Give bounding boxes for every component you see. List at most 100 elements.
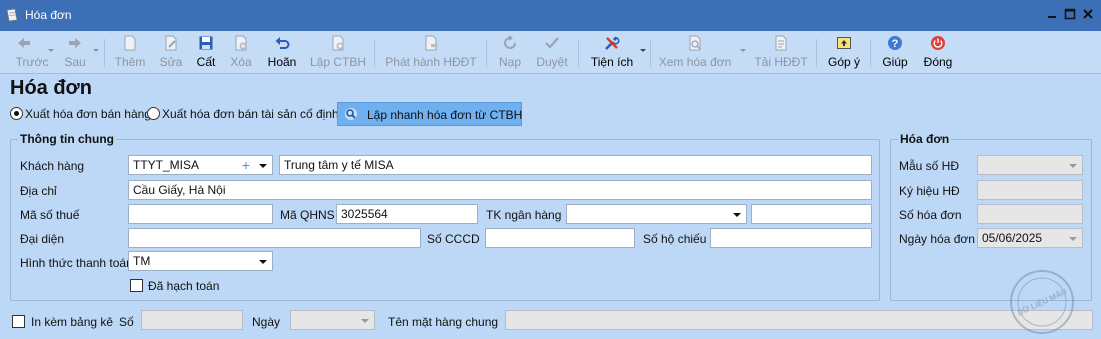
utilities-dropdown-icon[interactable]: [640, 49, 646, 52]
next-dropdown-icon[interactable]: [93, 49, 99, 52]
delete-button[interactable]: Xóa: [226, 33, 256, 73]
feedback-button[interactable]: Góp ý: [824, 33, 864, 73]
next-button[interactable]: Sau: [58, 33, 92, 73]
svg-text:DỮ LIỆU MẪU: DỮ LIỆU MẪU: [1016, 287, 1068, 318]
radio-sales-invoice[interactable]: Xuất hóa đơn bán hàng: [10, 106, 151, 122]
new-document-icon: [124, 35, 136, 51]
help-button[interactable]: ? Giúp: [878, 33, 912, 73]
chevron-down-icon[interactable]: [259, 164, 267, 168]
issue-einvoice-button[interactable]: Phát hành HĐĐT: [383, 33, 479, 73]
svg-text:?: ?: [892, 38, 899, 50]
delete-label: Xóa: [230, 55, 252, 69]
undo-button[interactable]: Hoãn: [264, 33, 300, 73]
prev-label: Trước: [15, 55, 49, 69]
toolbar-separator: [578, 39, 579, 67]
approve-button[interactable]: Duyệt: [532, 33, 572, 73]
invoice-series-label: Ký hiệu HĐ: [899, 184, 960, 198]
tax-code-field[interactable]: [128, 204, 273, 224]
arrow-left-icon: [18, 38, 30, 48]
customer-code-combobox[interactable]: TTYT_MISA +: [128, 155, 273, 175]
id-card-field[interactable]: [485, 228, 635, 248]
attach-list-label: In kèm bảng kê: [31, 315, 114, 329]
approve-label: Duyệt: [536, 55, 568, 69]
arrow-right-icon: [69, 38, 81, 48]
tax-code-label: Mã số thuế: [20, 208, 80, 222]
utilities-button[interactable]: Tiện ích: [586, 33, 638, 73]
chevron-down-icon[interactable]: [1069, 237, 1077, 241]
create-ctbh-button[interactable]: Lập CTBH: [308, 33, 368, 73]
chevron-down-icon[interactable]: [361, 319, 369, 323]
toolbar-separator: [486, 39, 487, 67]
attach-list-checkbox[interactable]: [12, 315, 25, 328]
toolbar-separator: [816, 39, 817, 67]
window-title: Hóa đơn: [25, 8, 72, 22]
download-einvoice-label: Tải HĐĐT: [754, 55, 808, 69]
customer-name-field[interactable]: Trung tâm y tế MISA: [279, 155, 872, 175]
checkmark-icon: [545, 37, 559, 49]
quick-create-button[interactable]: Lập nhanh hóa đơn từ CTBH: [337, 102, 522, 126]
issue-einvoice-label: Phát hành HĐĐT: [385, 55, 477, 69]
view-invoice-dropdown-icon[interactable]: [740, 49, 746, 52]
invoice-date-picker[interactable]: 05/06/2025: [977, 228, 1083, 248]
quick-create-label: Lập nhanh hóa đơn từ CTBH: [367, 108, 523, 122]
minimize-icon[interactable]: [1044, 6, 1060, 22]
bank-account-label: TK ngân hàng: [486, 208, 562, 222]
invoice-template-combobox[interactable]: [977, 155, 1083, 175]
posted-label: Đã hạch toán: [148, 279, 220, 293]
address-value: Cầu Giấy, Hà Nội: [133, 183, 226, 197]
qhns-field[interactable]: 3025564: [336, 204, 478, 224]
chevron-down-icon[interactable]: [1069, 164, 1077, 168]
maximize-icon[interactable]: [1062, 6, 1078, 22]
common-item-field[interactable]: [505, 310, 1093, 330]
invoice-number-field[interactable]: [977, 204, 1083, 224]
attach-no-label: Số: [119, 315, 134, 329]
customer-label: Khách hàng: [20, 159, 85, 173]
download-einvoice-button[interactable]: Tải HĐĐT: [752, 33, 810, 73]
invoice-date-value: 05/06/2025: [982, 231, 1043, 245]
toolbar-separator: [870, 39, 871, 67]
radio-dot[interactable]: [147, 107, 160, 120]
tools-icon: [605, 36, 620, 50]
payment-method-combobox[interactable]: TM: [128, 251, 273, 271]
representative-field[interactable]: [128, 228, 421, 248]
toolbar: Trước Sau Thêm Sửa Cất Xóa Hoãn Lập CTBH…: [0, 31, 1101, 74]
address-label: Địa chỉ: [20, 184, 57, 198]
attach-date-label: Ngày: [252, 315, 281, 329]
view-invoice-button[interactable]: Xem hóa đơn: [657, 33, 733, 73]
app-icon: [6, 8, 18, 22]
close-button[interactable]: Đóng: [920, 33, 956, 73]
payment-method-value: TM: [133, 254, 151, 268]
add-icon[interactable]: +: [242, 156, 250, 174]
bank-account-combobox[interactable]: [566, 204, 747, 224]
radio-dot[interactable]: [10, 107, 23, 120]
add-button[interactable]: Thêm: [112, 33, 148, 73]
chevron-down-icon[interactable]: [259, 260, 267, 264]
save-label: Cất: [196, 55, 216, 69]
create-ctbh-label: Lập CTBH: [309, 55, 367, 69]
invoice-series-field[interactable]: [977, 180, 1083, 200]
general-info-legend: Thông tin chung: [18, 132, 116, 146]
posted-checkbox[interactable]: [130, 279, 143, 292]
invoice-number-label: Số hóa đơn: [899, 208, 962, 222]
close-window-icon[interactable]: [1080, 6, 1096, 22]
undo-icon: [275, 37, 290, 49]
attach-no-field[interactable]: [141, 310, 243, 330]
edit-label: Sửa: [159, 55, 183, 69]
issue-document-icon: [425, 35, 438, 51]
passport-label: Số hộ chiếu: [643, 232, 707, 246]
prev-button[interactable]: Trước: [8, 33, 56, 73]
passport-field[interactable]: [710, 228, 872, 248]
close-label: Đóng: [923, 55, 953, 69]
load-button[interactable]: Nạp: [494, 33, 526, 73]
page-title: Hóa đơn: [10, 77, 92, 99]
edit-button[interactable]: Sửa: [156, 33, 186, 73]
address-field[interactable]: Cầu Giấy, Hà Nội: [128, 180, 872, 200]
chevron-down-icon[interactable]: [733, 213, 741, 217]
save-button[interactable]: Cất: [192, 33, 220, 73]
attach-date-picker[interactable]: [290, 310, 375, 330]
id-card-label: Số CCCD: [427, 232, 480, 246]
download-document-icon: [775, 35, 787, 51]
bank-name-field[interactable]: [751, 204, 872, 224]
radio-fixed-asset-invoice[interactable]: Xuất hóa đơn bán tài sản cố định: [147, 106, 339, 122]
prev-dropdown-icon[interactable]: [48, 49, 54, 52]
